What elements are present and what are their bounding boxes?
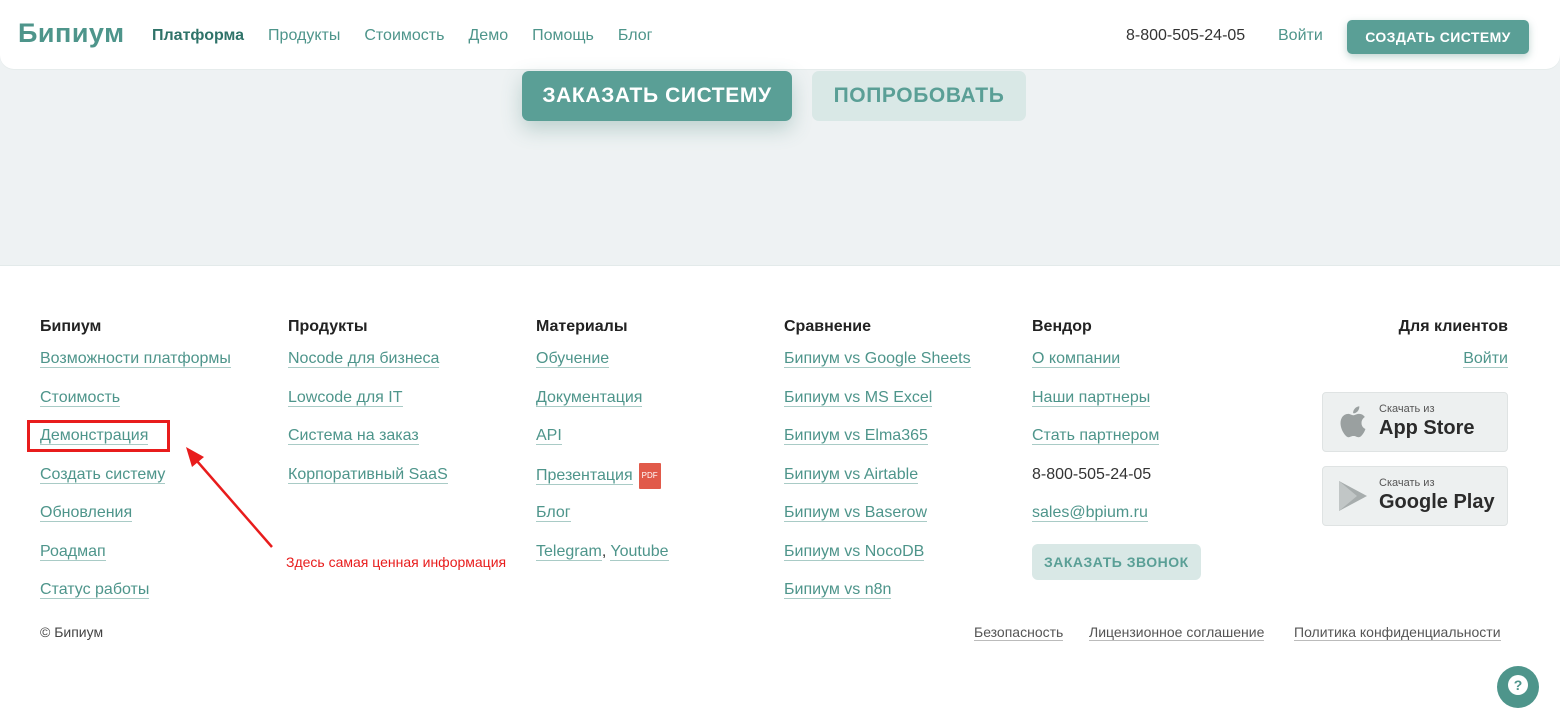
footer-link-features[interactable]: Возможности платформы (40, 347, 231, 386)
app-store-label: App Store (1379, 417, 1475, 439)
footer-link-about[interactable]: О компании (1032, 347, 1201, 386)
order-system-button[interactable]: ЗАКАЗАТЬ СИСТЕМУ (522, 71, 792, 121)
footer-link-vs-google-sheets[interactable]: Бипиум vs Google Sheets (784, 347, 971, 386)
nav-pricing[interactable]: Стоимость (364, 27, 444, 45)
footer-divider (0, 265, 1560, 266)
footer-login-link[interactable]: Войти (1300, 347, 1508, 385)
footer-link-learning[interactable]: Обучение (536, 347, 669, 386)
footer-link-email[interactable]: sales@bpium.ru (1032, 501, 1201, 540)
footer-link-presentation[interactable]: Презентация PDF (536, 462, 669, 502)
footer-col-vendor: Вендор О компании Наши партнеры Стать па… (1032, 317, 1201, 580)
annotation-text: Здесь самая ценная информация (286, 554, 507, 570)
footer-link-partners[interactable]: Наши партнеры (1032, 386, 1201, 425)
footer-link-status[interactable]: Статус работы (40, 578, 231, 617)
footer-col-materials: Материалы Обучение Документация API През… (536, 317, 669, 578)
apple-icon (1337, 405, 1367, 444)
footer-link-nocode[interactable]: Nocode для бизнеса (288, 347, 448, 386)
svg-text:?: ? (1514, 677, 1523, 693)
footer-col-clients: Для клиентов Войти (1300, 317, 1508, 385)
footer-link-youtube[interactable]: Youtube (610, 542, 669, 561)
logo[interactable]: Бипиум (18, 18, 125, 49)
footer-col-title: Вендор (1032, 318, 1092, 335)
footer-link-license[interactable]: Лицензионное соглашение (1089, 624, 1265, 641)
footer-col-title: Сравнение (784, 318, 872, 335)
nav-platform[interactable]: Платформа (152, 27, 244, 45)
footer-link-telegram[interactable]: Telegram (536, 542, 602, 561)
help-chat-button[interactable]: ? (1497, 666, 1539, 708)
footer-link-api[interactable]: API (536, 424, 669, 463)
annotation-arrow (186, 447, 273, 548)
try-button[interactable]: ПОПРОБОВАТЬ (812, 71, 1026, 121)
footer-link-custom[interactable]: Система на заказ (288, 424, 448, 463)
app-store-small-text: Скачать из (1379, 403, 1435, 415)
footer-link-vs-n8n[interactable]: Бипиум vs n8n (784, 578, 971, 617)
footer-col-title: Продукты (288, 318, 368, 335)
footer-link-docs[interactable]: Документация (536, 386, 669, 425)
google-play-label: Google Play (1379, 491, 1495, 513)
pdf-badge: PDF (638, 462, 661, 489)
annotation-highlight-box (27, 420, 170, 452)
footer-link-vs-elma365[interactable]: Бипиум vs Elma365 (784, 424, 971, 463)
footer-col-title: Материалы (536, 318, 628, 335)
footer-link-vs-airtable[interactable]: Бипиум vs Airtable (784, 463, 971, 502)
footer-col-products: Продукты Nocode для бизнеса Lowcode для … (288, 317, 448, 501)
nav-demo[interactable]: Демо (468, 27, 508, 45)
callback-button[interactable]: ЗАКАЗАТЬ ЗВОНОК (1032, 543, 1201, 580)
footer-link-vs-baserow[interactable]: Бипиум vs Baserow (784, 501, 971, 540)
question-icon: ? (1507, 674, 1529, 701)
nav-products[interactable]: Продукты (268, 27, 340, 45)
google-play-button[interactable]: Скачать из Google Play (1322, 466, 1508, 526)
footer-col-title: Бипиум (40, 318, 102, 335)
site-header: Бипиум Платформа Продукты Стоимость Демо… (0, 0, 1560, 69)
google-play-small-text: Скачать из (1379, 477, 1435, 489)
footer-link-lowcode[interactable]: Lowcode для IT (288, 386, 448, 425)
footer-col-title: Для клиентов (1398, 318, 1508, 335)
nav-blog[interactable]: Блог (618, 27, 653, 45)
footer-link-privacy[interactable]: Политика конфиденциальности (1294, 624, 1501, 641)
footer-link-vs-nocodb[interactable]: Бипиум vs NocoDB (784, 540, 971, 579)
copyright: © Бипиум (40, 624, 104, 640)
app-store-button[interactable]: Скачать из App Store (1322, 392, 1508, 452)
create-system-button[interactable]: СОЗДАТЬ СИСТЕМУ (1347, 20, 1529, 54)
google-play-icon (1337, 479, 1369, 518)
footer-link-pricing[interactable]: Стоимость (40, 386, 231, 425)
main-nav: Платформа Продукты Стоимость Демо Помощь… (152, 27, 652, 45)
footer-link-become-partner[interactable]: Стать партнером (1032, 424, 1201, 463)
footer-link-vs-ms-excel[interactable]: Бипиум vs MS Excel (784, 386, 971, 425)
header-phone[interactable]: 8-800-505-24-05 (1126, 27, 1245, 45)
footer-link-saas[interactable]: Корпоративный SaaS (288, 463, 448, 502)
footer-col-comparison: Сравнение Бипиум vs Google Sheets Бипиум… (784, 317, 971, 617)
footer-link-security[interactable]: Безопасность (974, 624, 1064, 641)
footer-phone[interactable]: 8-800-505-24-05 (1032, 463, 1201, 502)
footer-link-blog[interactable]: Блог (536, 501, 669, 540)
footer-social-links: Telegram, Youtube (536, 542, 669, 561)
header-login-link[interactable]: Войти (1278, 27, 1323, 45)
nav-help[interactable]: Помощь (532, 27, 594, 45)
